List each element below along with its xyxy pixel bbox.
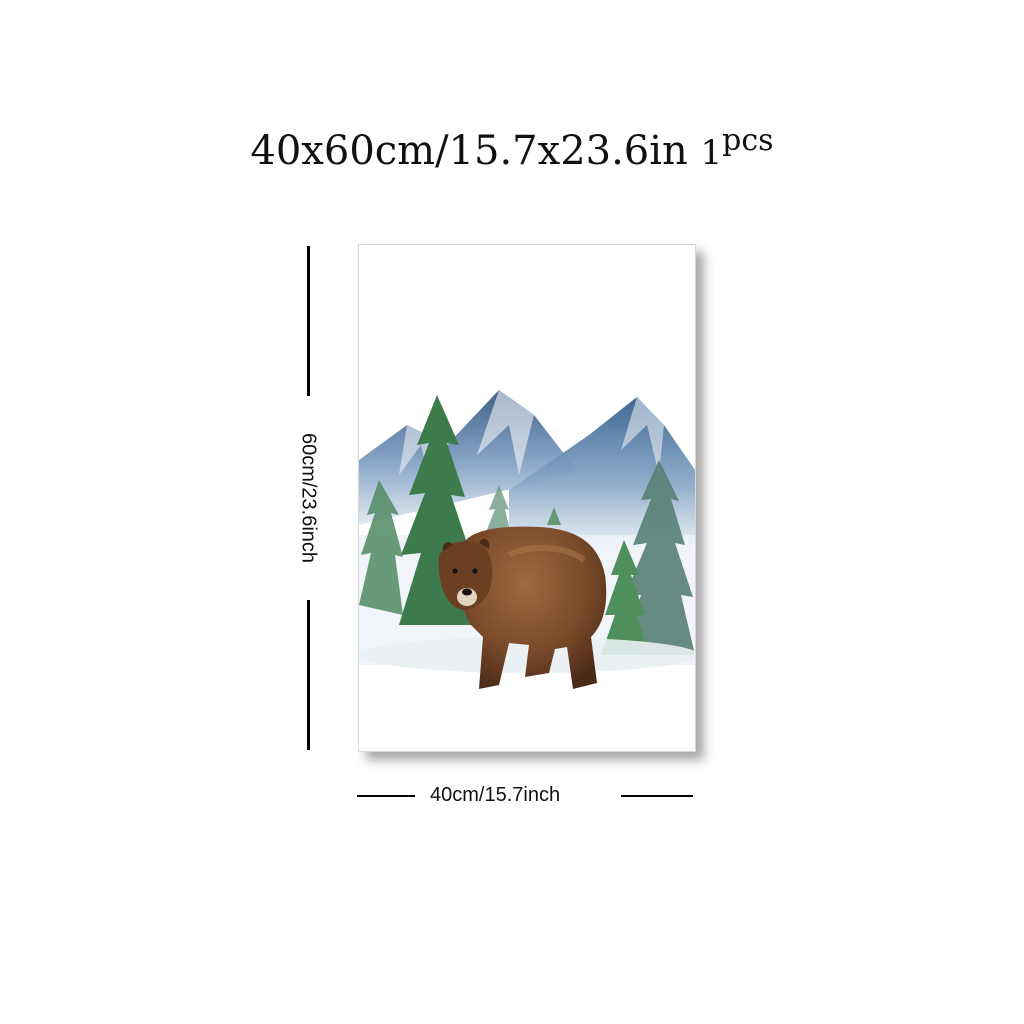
canvas-print (358, 244, 696, 752)
quantity-unit: pcs (722, 123, 774, 158)
height-label: 60cm/23.6inch (297, 432, 320, 564)
size-title: 40x60cm/15.7x23.6in 1pcs (0, 123, 1024, 174)
bear-artwork (359, 390, 695, 689)
height-indicator-line-bottom (307, 600, 310, 750)
width-indicator-line-right (621, 795, 693, 797)
width-label: 40cm/15.7inch (430, 784, 561, 806)
quantity-number: 1 (700, 133, 723, 173)
width-indicator-line-left (357, 795, 415, 797)
size-text: 40x60cm/15.7x23.6in (250, 128, 688, 174)
height-indicator-line-top (307, 246, 310, 396)
